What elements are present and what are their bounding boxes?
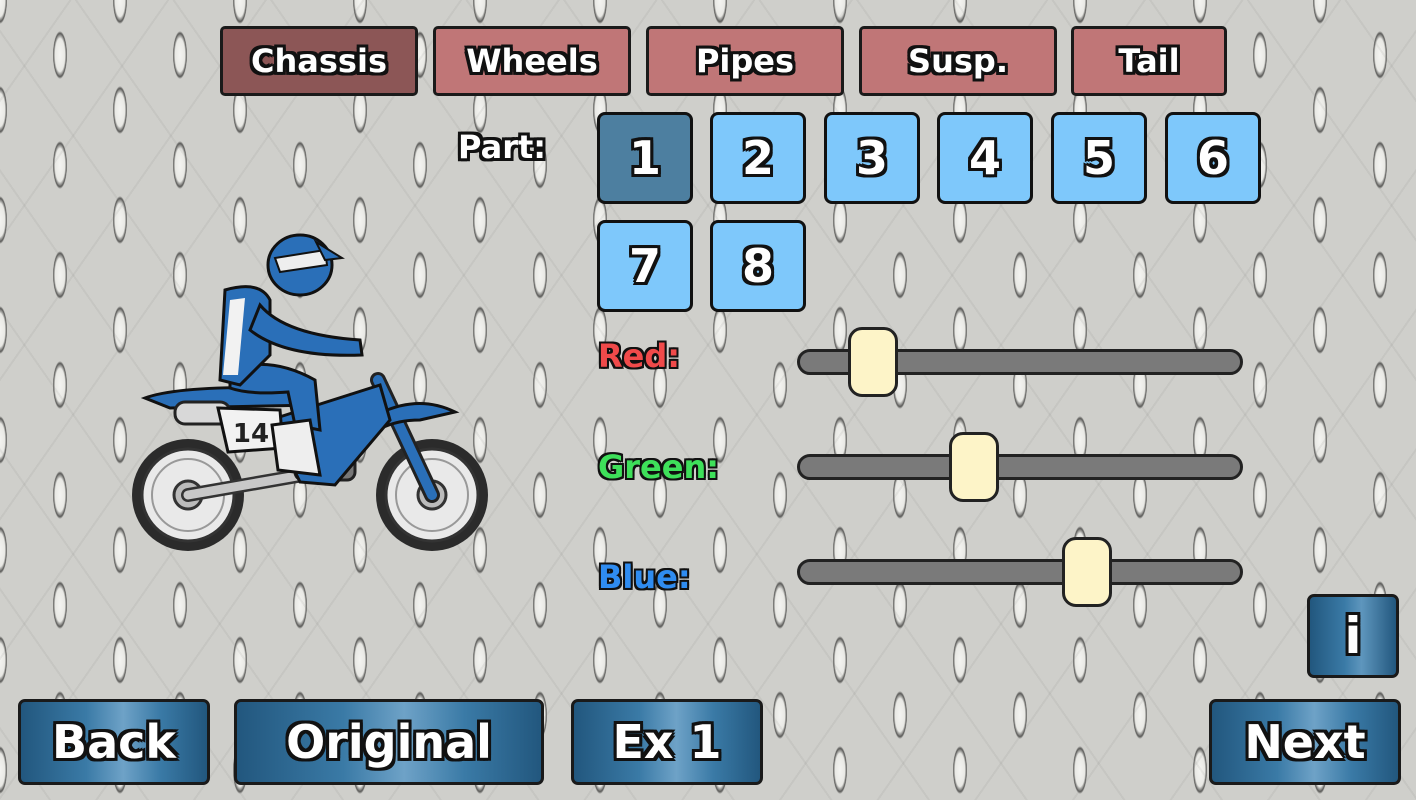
tab-susp[interactable]: Susp.: [859, 26, 1057, 96]
blue-label: Blue:: [598, 558, 691, 596]
tab-chassis[interactable]: Chassis: [220, 26, 418, 96]
blue-slider-handle[interactable]: [1062, 537, 1113, 607]
red-slider-handle[interactable]: [848, 327, 898, 397]
red-slider[interactable]: [797, 327, 1243, 397]
blue-slider[interactable]: [797, 537, 1243, 607]
tab-tail[interactable]: Tail: [1071, 26, 1227, 96]
next-button[interactable]: Next: [1209, 699, 1401, 785]
part-button-2[interactable]: 2: [710, 112, 806, 204]
back-button[interactable]: Back: [18, 699, 210, 785]
ex1-button[interactable]: Ex 1: [571, 699, 763, 785]
bike-preview: 14: [132, 233, 488, 551]
bike-number: 14: [233, 419, 269, 449]
part-button-8[interactable]: 8: [710, 220, 806, 312]
info-icon: i: [1344, 607, 1362, 665]
part-button-1[interactable]: 1: [597, 112, 693, 204]
part-button-5[interactable]: 5: [1051, 112, 1147, 204]
part-button-6[interactable]: 6: [1165, 112, 1261, 204]
green-slider-handle[interactable]: [948, 432, 999, 502]
tab-pipes[interactable]: Pipes: [646, 26, 844, 96]
blue-slider-track[interactable]: [797, 559, 1243, 585]
red-label: Red:: [598, 337, 681, 375]
green-label: Green:: [598, 448, 720, 486]
part-label: Part:: [458, 128, 547, 166]
info-button[interactable]: i: [1307, 594, 1399, 678]
tab-wheels[interactable]: Wheels: [433, 26, 631, 96]
original-button[interactable]: Original: [234, 699, 544, 785]
part-button-4[interactable]: 4: [937, 112, 1033, 204]
green-slider[interactable]: [797, 432, 1243, 502]
part-button-3[interactable]: 3: [824, 112, 920, 204]
green-slider-track[interactable]: [797, 454, 1243, 480]
part-button-7[interactable]: 7: [597, 220, 693, 312]
